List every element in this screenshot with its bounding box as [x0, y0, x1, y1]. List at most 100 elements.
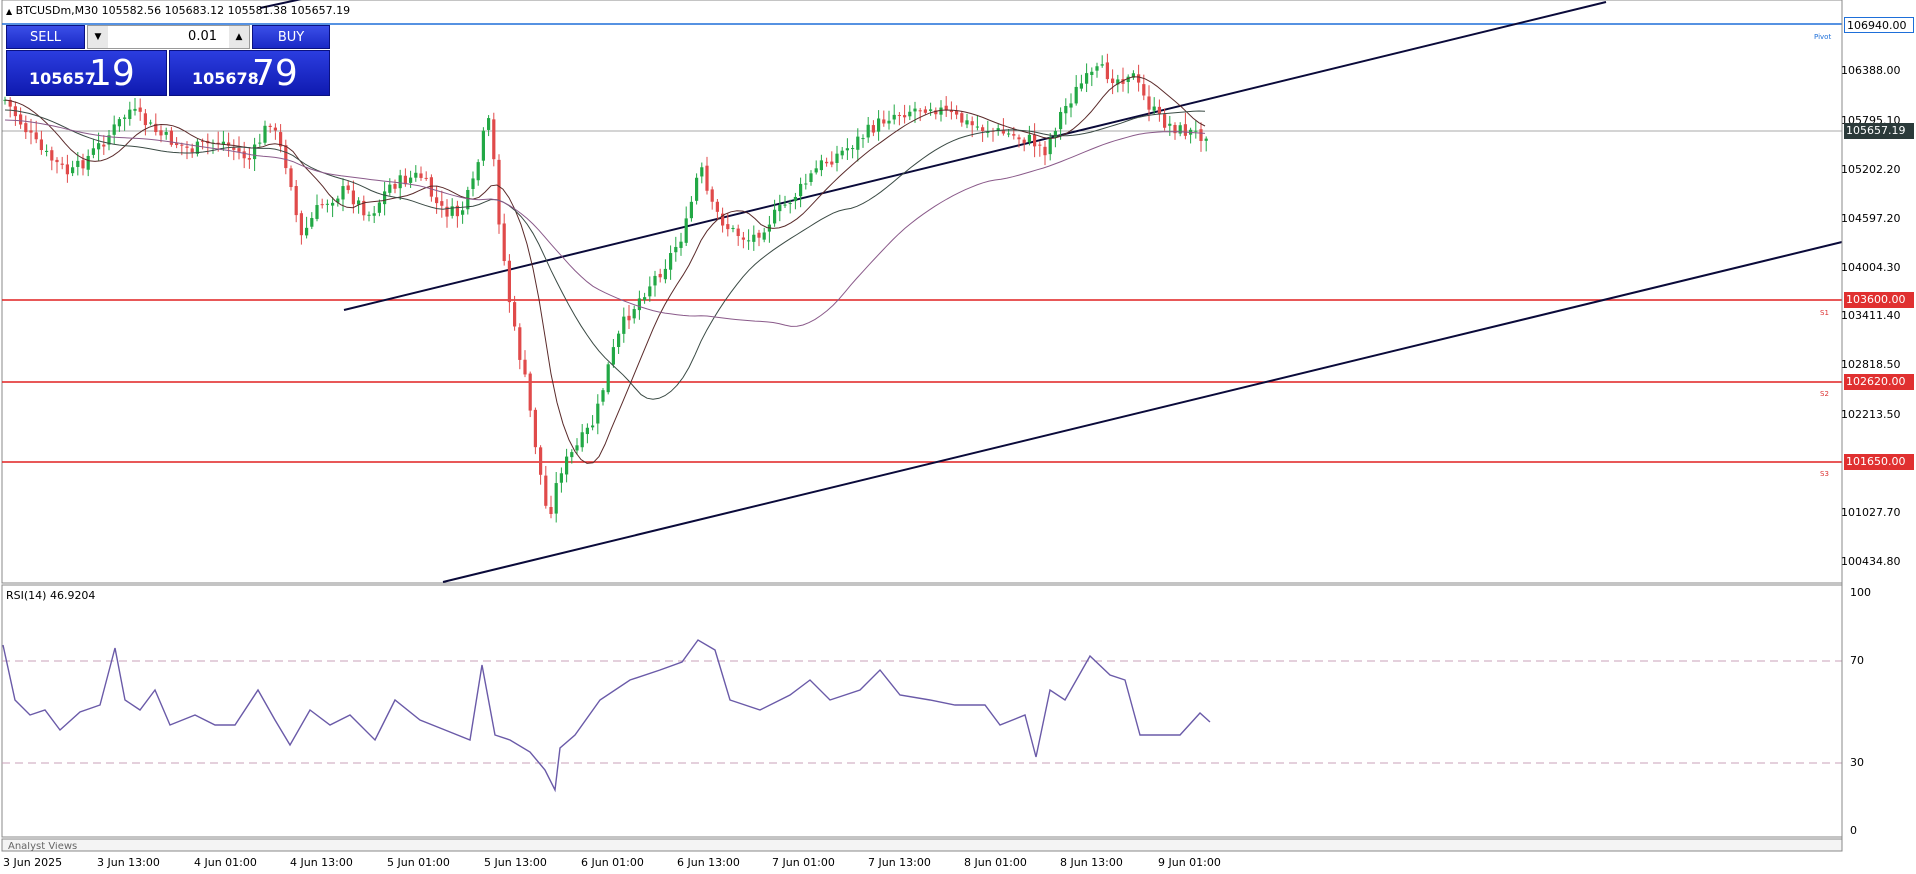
candle-body — [570, 452, 574, 458]
sell-price-pips: 19 — [89, 53, 135, 94]
candle-body — [814, 168, 818, 173]
candle-body — [91, 148, 95, 155]
candle-body — [1126, 76, 1130, 83]
candle-body — [513, 302, 517, 327]
chart-canvas[interactable] — [0, 0, 1916, 874]
rsi-title: RSI(14) 46.9204 — [6, 589, 96, 602]
candle-body — [679, 241, 683, 248]
candle-body — [476, 162, 480, 181]
candle-body — [1012, 134, 1016, 136]
candle-body — [138, 107, 142, 112]
time-label: 9 Jun 01:00 — [1158, 856, 1221, 869]
candle-body — [1048, 137, 1052, 155]
candle-body — [601, 390, 605, 402]
candle-body — [1204, 138, 1208, 141]
candle-body — [643, 297, 647, 301]
pivot-name: Pivot — [1814, 33, 1832, 41]
candle-body — [377, 202, 381, 213]
candle-body — [1100, 64, 1104, 66]
analyst-views-label[interactable]: Analyst Views — [8, 842, 77, 851]
candle-body — [799, 183, 803, 197]
candle-body — [320, 204, 324, 206]
candle-body — [1137, 74, 1141, 83]
candle-body — [502, 223, 506, 262]
candle-body — [877, 118, 881, 132]
s3-name: S3 — [1820, 470, 1829, 478]
candle-body — [747, 240, 751, 242]
lot-size-field[interactable]: ▼ 0.01 ▲ — [87, 25, 250, 49]
candle-body — [149, 122, 153, 124]
candle-body — [180, 144, 184, 146]
pivot-price-tag: 106940.00 — [1844, 17, 1914, 33]
rsi-level-label: 70 — [1850, 654, 1864, 667]
candle-body — [1152, 106, 1156, 111]
candle-body — [1079, 83, 1083, 89]
candle-body — [981, 127, 985, 132]
lot-value[interactable]: 0.01 — [188, 29, 217, 44]
candle-body — [429, 177, 433, 197]
candle-body — [544, 475, 548, 506]
candle-body — [424, 177, 428, 179]
candle-body — [882, 119, 886, 124]
candle-body — [653, 275, 657, 286]
candle-body — [674, 246, 678, 253]
candle-body — [1111, 78, 1115, 84]
candle-body — [1183, 124, 1187, 136]
time-label: 4 Jun 01:00 — [194, 856, 257, 869]
candle-body — [289, 168, 293, 188]
s1-price-tag: 103600.00 — [1844, 292, 1914, 308]
candle-body — [383, 191, 387, 205]
lot-decrease-icon[interactable]: ▼ — [88, 26, 108, 48]
candle-body — [960, 113, 964, 123]
candle-body — [242, 151, 246, 159]
candle-body — [528, 373, 532, 411]
candle-body — [409, 177, 413, 183]
symbol-info: ▲ BTCUSDm,M30 105582.56 105683.12 105581… — [6, 4, 350, 17]
candle-body — [965, 120, 969, 125]
sell-price-box[interactable]: 105657 19 — [6, 50, 167, 96]
candle-body — [1053, 131, 1057, 138]
candle-body — [419, 173, 423, 178]
candle-body — [731, 227, 735, 230]
candle-body — [632, 309, 636, 319]
candle-body — [1142, 84, 1146, 96]
candle-body — [580, 432, 584, 448]
candle-body — [970, 121, 974, 126]
sell-button[interactable]: SELL — [6, 25, 85, 49]
candle-body — [1163, 114, 1167, 128]
lower-channel-trendline[interactable] — [442, 241, 1843, 583]
candle-body — [351, 190, 355, 205]
candle-body — [783, 204, 787, 206]
candle-body — [663, 268, 667, 280]
candle-body — [908, 111, 912, 117]
collapse-arrow-icon[interactable]: ▲ — [6, 7, 12, 16]
candle-body — [559, 473, 563, 483]
lot-increase-icon[interactable]: ▲ — [229, 26, 249, 48]
candle-body — [840, 150, 844, 156]
candle-body — [497, 159, 501, 225]
time-label: 5 Jun 13:00 — [484, 856, 547, 869]
analyst-views-bar[interactable] — [1, 838, 1843, 852]
candle-body — [492, 119, 496, 160]
time-label: 8 Jun 13:00 — [1060, 856, 1123, 869]
buy-price-pips: 79 — [252, 53, 298, 94]
current-price-tag: 105657.19 — [1844, 123, 1914, 139]
candle-body — [809, 173, 813, 183]
candle-body — [1157, 106, 1161, 115]
candle-body — [71, 167, 75, 174]
buy-price-box[interactable]: 105678 79 — [169, 50, 330, 96]
candle-body — [939, 107, 943, 115]
candle-body — [1043, 146, 1047, 156]
candle-body — [159, 130, 163, 136]
candle-body — [523, 359, 527, 375]
candle-body — [705, 165, 709, 191]
candle-body — [268, 125, 272, 127]
upper-channel-trendline[interactable] — [343, 1, 1607, 311]
candle-body — [591, 425, 595, 428]
moving-averages — [4, 76, 1206, 464]
candle-body — [518, 327, 522, 360]
rsi-level-label: 100 — [1850, 586, 1871, 599]
s3-price-tag: 101650.00 — [1844, 454, 1914, 470]
candle-body — [128, 109, 132, 119]
buy-button[interactable]: BUY — [252, 25, 330, 49]
